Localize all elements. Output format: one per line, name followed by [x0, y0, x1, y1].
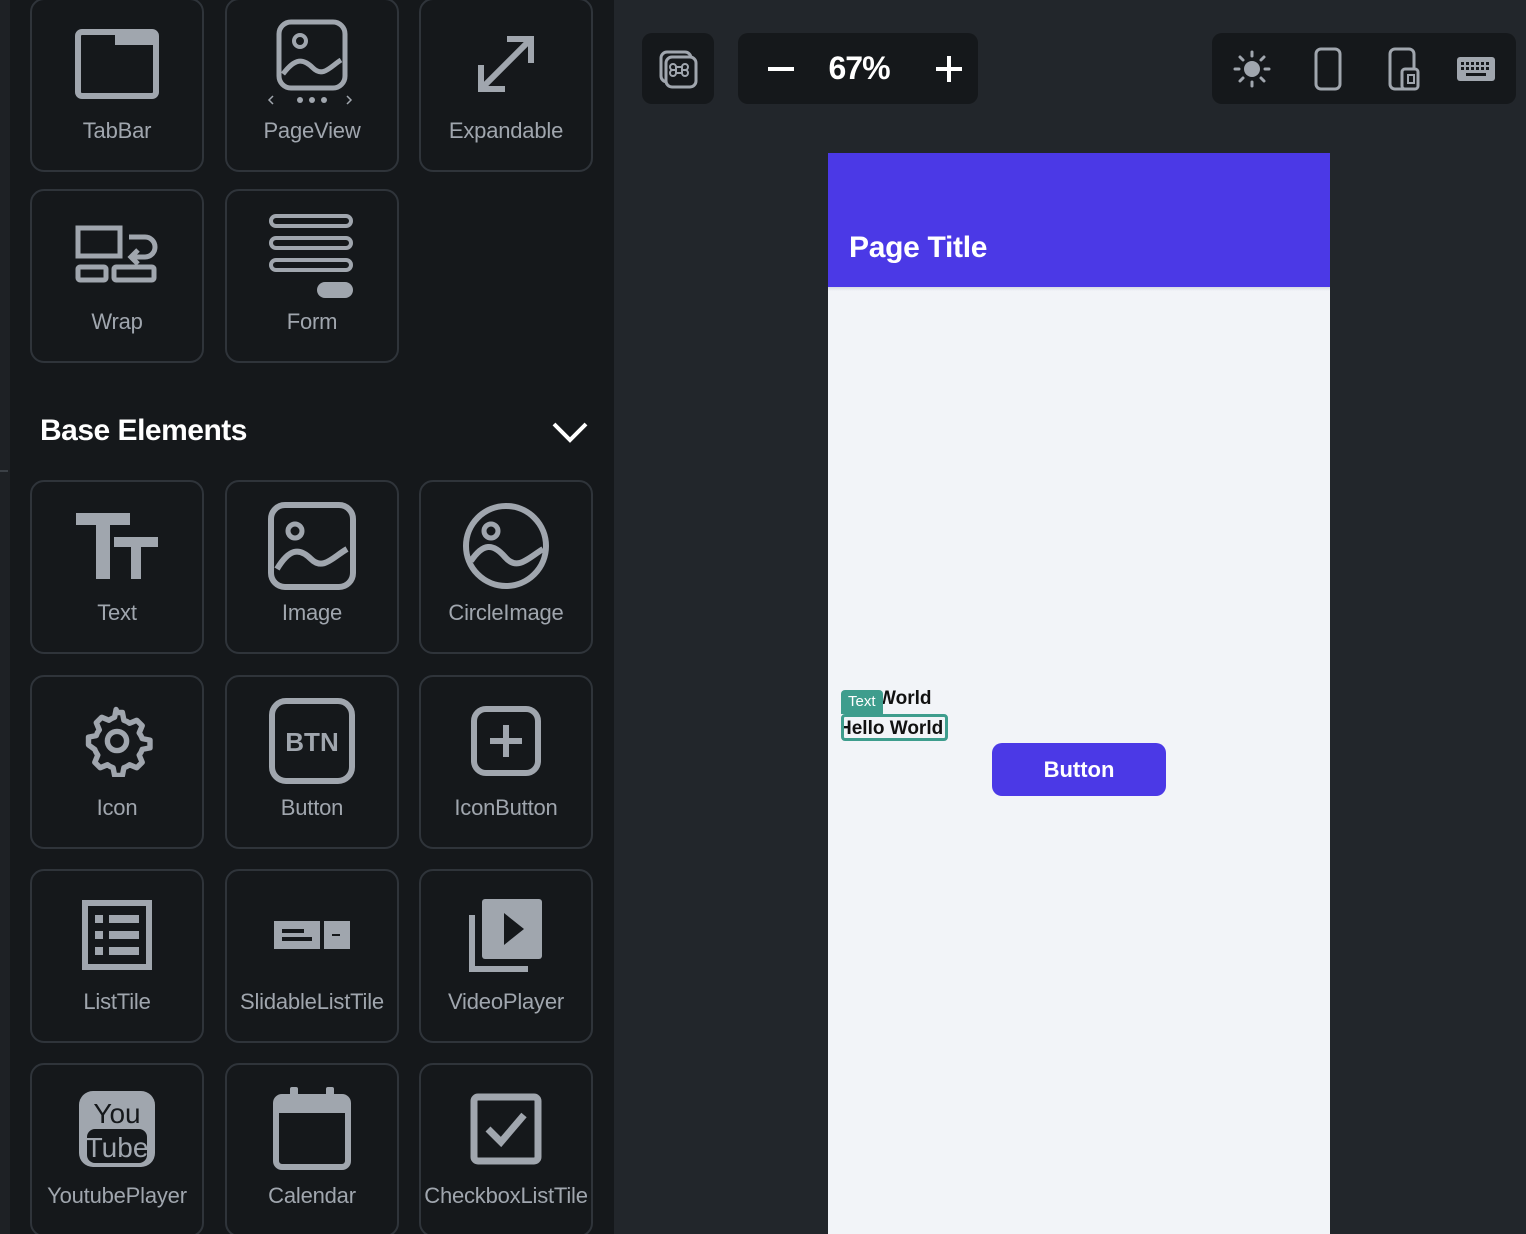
- widget-tile-listtile[interactable]: ListTile: [30, 869, 204, 1043]
- sun-icon[interactable]: [1230, 33, 1274, 104]
- widget-label: YoutubePlayer: [47, 1183, 187, 1208]
- widget-tile-videoplayer[interactable]: VideoPlayer: [419, 869, 593, 1043]
- device-options: [1212, 33, 1516, 104]
- text-widget-hello-world[interactable]: World: [878, 688, 931, 710]
- slidable-icon: [227, 885, 397, 985]
- widget-panel: TabBar PageView Expandable Wrap Form Bas…: [0, 0, 614, 1234]
- widget-label: Expandable: [448, 118, 564, 143]
- widget-tile-youtubeplayer[interactable]: You Tube YoutubePlayer: [30, 1063, 204, 1234]
- tabbar-icon: [32, 14, 202, 114]
- tablet-icon[interactable]: [1384, 33, 1424, 104]
- expand-icon: [421, 14, 591, 114]
- widget-label: TabBar: [82, 118, 152, 143]
- plus-square-icon: [421, 691, 591, 791]
- minus-icon[interactable]: [760, 33, 802, 104]
- widget-tile-tabbar[interactable]: TabBar: [30, 0, 204, 172]
- gear-icon: [32, 691, 202, 791]
- chevron-down-icon[interactable]: [550, 418, 590, 453]
- widget-label: Text: [97, 600, 137, 625]
- text-icon: [32, 496, 202, 596]
- plus-icon[interactable]: [928, 33, 970, 104]
- widget-label: CheckboxListTile: [424, 1183, 588, 1208]
- image-icon: [227, 496, 397, 596]
- widget-label: Form: [286, 309, 338, 334]
- list-icon: [32, 885, 202, 985]
- widget-tile-iconbutton[interactable]: IconButton: [419, 675, 593, 849]
- widget-label: ListTile: [83, 989, 151, 1014]
- widget-tile-calendar[interactable]: Calendar: [225, 1063, 399, 1234]
- panel-resize-handle[interactable]: [0, 470, 8, 472]
- widget-label: Icon: [96, 795, 138, 820]
- phone-preview[interactable]: Page Title World Hello World Text Button: [828, 153, 1330, 1234]
- command-palette-button[interactable]: [642, 33, 714, 104]
- panel-edge: [0, 0, 10, 1234]
- selected-text-content: Hello World: [841, 718, 944, 739]
- btn-icon-text: BTN: [285, 727, 338, 757]
- app-bar-title: Page Title: [849, 231, 988, 264]
- widget-tile-slidablelisttile[interactable]: SlidableListTile: [225, 869, 399, 1043]
- command-icon: [642, 33, 714, 104]
- youtube-icon-text-bottom: Tube: [86, 1132, 149, 1163]
- form-icon: [227, 205, 397, 305]
- widget-tile-expandable[interactable]: Expandable: [419, 0, 593, 172]
- pageview-icon: [227, 14, 397, 114]
- wrap-icon: [32, 205, 202, 305]
- widget-label: VideoPlayer: [447, 989, 565, 1014]
- section-title-base-elements: Base Elements: [40, 414, 247, 447]
- selection-tag: Text: [841, 690, 883, 714]
- widget-label: Button: [280, 795, 344, 820]
- circle-image-icon: [421, 496, 591, 596]
- app-bar[interactable]: Page Title: [828, 153, 1330, 287]
- phone-icon[interactable]: [1308, 33, 1348, 104]
- checkbox-icon: [421, 1079, 591, 1179]
- widget-label: PageView: [263, 118, 361, 143]
- widget-tile-circleimage[interactable]: CircleImage: [419, 480, 593, 654]
- app-button[interactable]: Button: [992, 743, 1166, 796]
- widget-tile-wrap[interactable]: Wrap: [30, 189, 204, 363]
- widget-tile-image[interactable]: Image: [225, 480, 399, 654]
- selected-text-widget[interactable]: Hello World: [841, 714, 948, 741]
- zoom-value: 67%: [828, 50, 890, 86]
- widget-label: CircleImage: [448, 600, 564, 625]
- widget-tile-icon[interactable]: Icon: [30, 675, 204, 849]
- widget-tile-button[interactable]: BTN Button: [225, 675, 399, 849]
- widget-label: Calendar: [268, 1183, 356, 1208]
- btn-icon: BTN: [227, 691, 397, 791]
- widget-tile-pageview[interactable]: PageView: [225, 0, 399, 172]
- widget-tile-text[interactable]: Text: [30, 480, 204, 654]
- widget-label: SlidableListTile: [240, 989, 384, 1014]
- app-bar-shadow: [828, 287, 1330, 291]
- keyboard-icon[interactable]: [1454, 33, 1498, 104]
- youtube-icon-text-top: You: [93, 1098, 140, 1129]
- calendar-icon: [227, 1079, 397, 1179]
- widget-label: Wrap: [91, 309, 143, 334]
- youtube-icon: You Tube: [32, 1079, 202, 1179]
- widget-tile-form[interactable]: Form: [225, 189, 399, 363]
- widget-tile-checkboxlisttile[interactable]: CheckboxListTile: [419, 1063, 593, 1234]
- widget-label: Image: [281, 600, 343, 625]
- widget-label: IconButton: [454, 795, 558, 820]
- video-icon: [421, 885, 591, 985]
